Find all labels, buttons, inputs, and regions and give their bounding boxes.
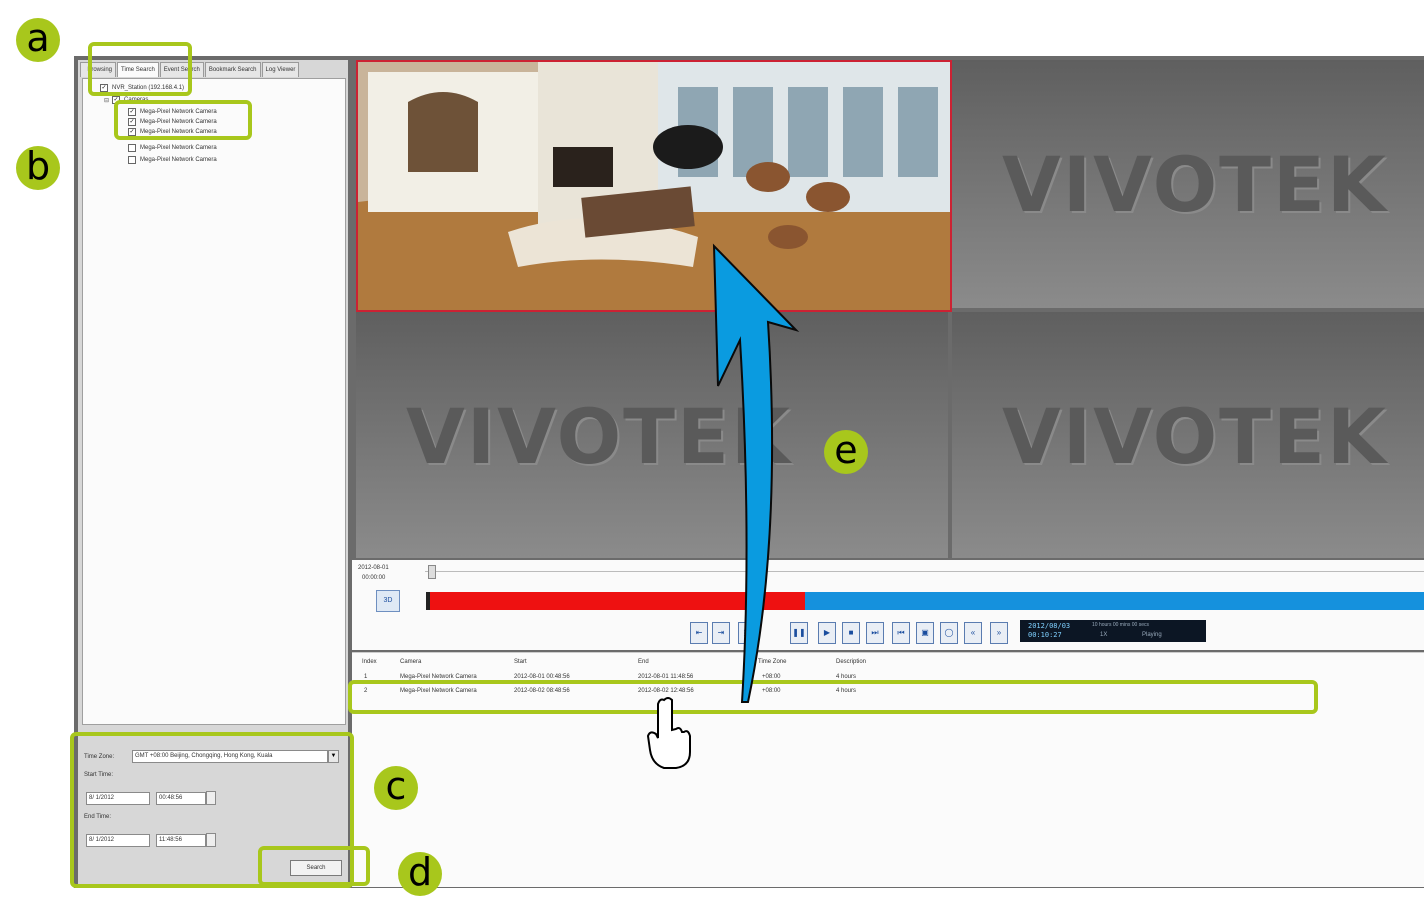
drag-arrow-icon (712, 243, 800, 703)
column-header-camera[interactable]: Camera (400, 659, 421, 665)
highlight-time-search-tab (88, 42, 192, 96)
callout-a: a (16, 18, 60, 62)
column-header-index[interactable]: Index (362, 659, 377, 665)
vivotek-watermark: VIVOTEK (1002, 140, 1388, 229)
snapshot-icon[interactable]: ▣ (916, 622, 934, 644)
status-speed: 1X (1100, 632, 1108, 638)
timeline-time: 00:00:00 (362, 575, 386, 581)
column-header-start[interactable]: Start (514, 659, 527, 665)
tab-log-viewer[interactable]: Log Viewer (261, 62, 300, 77)
tree-camera-item[interactable]: Mega-Pixel Network Camera (128, 144, 217, 152)
callout-d: d (398, 852, 442, 896)
camera-checkbox[interactable] (128, 144, 136, 152)
timeline-track[interactable] (426, 592, 1424, 610)
hand-cursor-icon (646, 697, 691, 769)
fast-forward-icon[interactable]: » (990, 622, 1008, 644)
highlight-search-button (258, 846, 370, 886)
highlight-camera-selection (114, 100, 252, 140)
room-video-frame (358, 62, 950, 310)
vivotek-watermark: VIVOTEK (1002, 392, 1388, 481)
timeline-slider-handle[interactable] (428, 565, 436, 579)
zoom-icon[interactable]: 3D (376, 590, 400, 612)
timeline-date: 2012-08-01 (358, 565, 389, 571)
collapse-icon[interactable]: ⊟ (104, 97, 109, 104)
callout-c: c (374, 766, 418, 810)
camera-label: Mega-Pixel Network Camera (140, 157, 217, 163)
video-cell-live[interactable] (356, 60, 952, 312)
tree-camera-item[interactable]: Mega-Pixel Network Camera (128, 156, 217, 164)
status-extra: 10 hours 00 mins 00 secs (1092, 622, 1149, 628)
column-header-description[interactable]: Description (836, 659, 866, 665)
camera-tree (82, 78, 346, 725)
camera-label: Mega-Pixel Network Camera (140, 145, 217, 151)
status-clock: 00:10:27 (1028, 631, 1062, 639)
timeline-ruler (425, 571, 1424, 572)
playback-status-display: 2012/08/03 10 hours 00 mins 00 secs 00:1… (1020, 620, 1206, 642)
skip-back-icon[interactable]: ⏮ (892, 622, 910, 644)
tab-bookmark-search[interactable]: Bookmark Search (204, 62, 261, 77)
callout-b: b (16, 146, 60, 190)
sync-icon[interactable]: ◯ (940, 622, 958, 644)
next-frame-icon[interactable]: ⏭ (866, 622, 884, 644)
highlight-result-row (348, 680, 1318, 714)
video-cell-empty[interactable]: VIVOTEK (952, 312, 1424, 558)
rewind-icon[interactable]: « (964, 622, 982, 644)
column-header-end[interactable]: End (638, 659, 649, 665)
video-cell-empty[interactable]: VIVOTEK (952, 60, 1424, 308)
status-date: 2012/08/03 (1028, 622, 1071, 630)
callout-e: e (824, 430, 868, 474)
camera-checkbox[interactable] (128, 156, 136, 164)
status-state: Playing (1142, 632, 1162, 638)
stop-icon[interactable]: ■ (842, 622, 860, 644)
